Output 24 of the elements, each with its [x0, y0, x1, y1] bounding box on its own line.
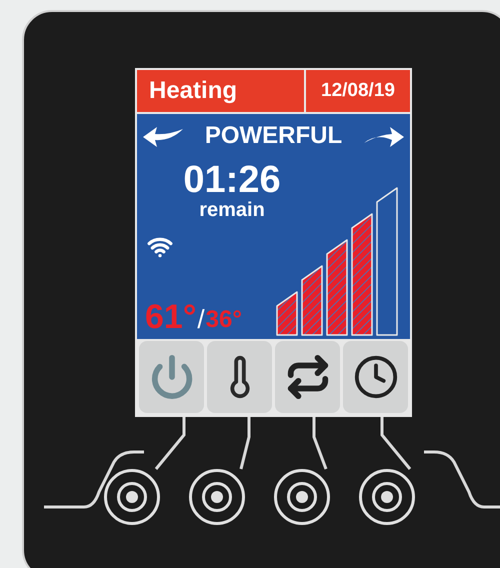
- round-hardware-button[interactable]: [104, 469, 160, 525]
- menu-tile-button[interactable]: [275, 341, 340, 413]
- left-arrow-icon: [143, 125, 183, 147]
- clock-icon: [352, 354, 398, 400]
- timer-label: remain: [199, 200, 265, 220]
- button-ring-icon: [117, 482, 147, 512]
- date-label: 12/08/19: [320, 78, 396, 103]
- connector-line: [240, 417, 250, 470]
- connector-line: [154, 417, 186, 470]
- timer-value: 01:26: [183, 160, 281, 200]
- power-level-label: POWERFUL: [204, 121, 342, 151]
- menu-tile-button[interactable]: [139, 341, 204, 413]
- button-ring-icon: [202, 482, 232, 512]
- temperature-separator: /: [197, 303, 205, 335]
- mode-label: Heating: [137, 70, 306, 112]
- current-temperature: 61°: [145, 299, 196, 335]
- button-ring-icon: [372, 482, 402, 512]
- connector-line: [312, 417, 328, 470]
- menu-tile-button[interactable]: [343, 341, 408, 413]
- menu-tile-button[interactable]: [207, 341, 272, 413]
- button-ring-icon: [287, 482, 317, 512]
- connector-line: [380, 417, 412, 470]
- right-arrow-icon: [364, 125, 404, 147]
- target-temperature: 36°: [206, 305, 242, 335]
